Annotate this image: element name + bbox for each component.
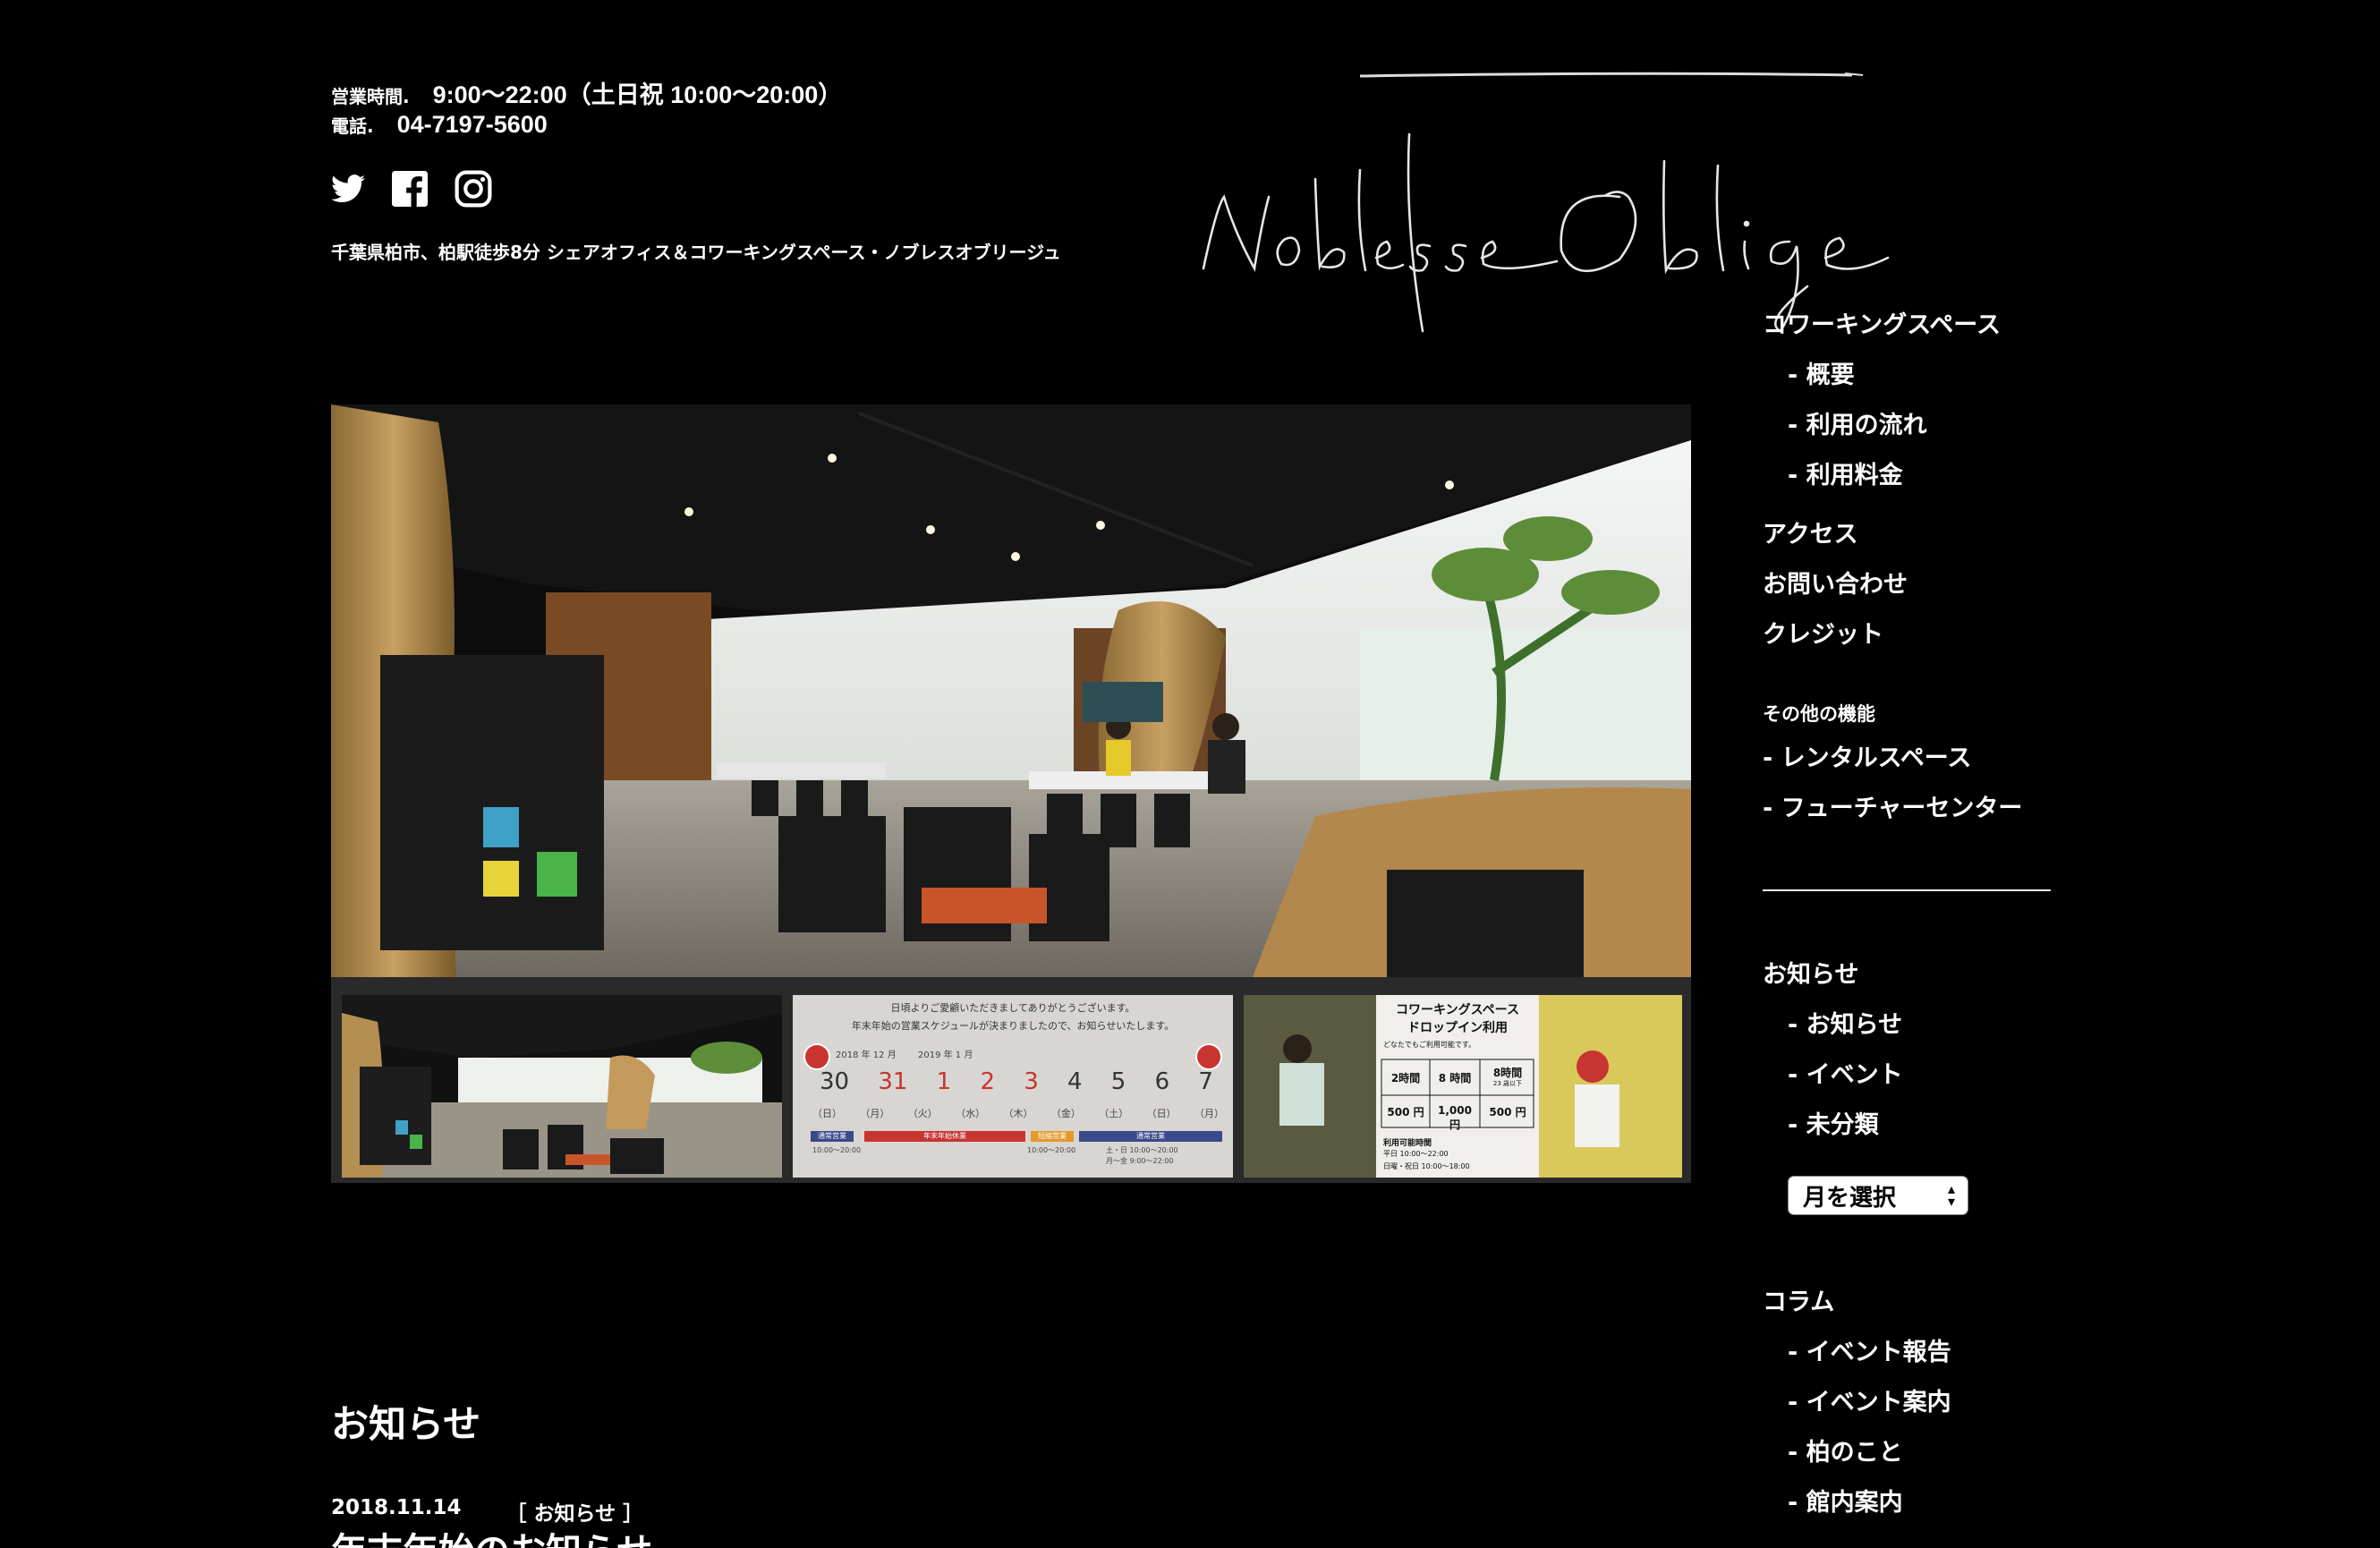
notice-weekday: （木） <box>1003 1108 1033 1119</box>
nav-column[interactable]: コラム <box>1763 1278 2058 1328</box>
facebook-icon[interactable] <box>392 171 428 207</box>
nav-contact[interactable]: お問い合わせ <box>1763 560 2058 610</box>
post-date: 2018.11.14 <box>331 1496 462 1519</box>
nav-news-notice[interactable]: - お知らせ <box>1763 1000 2058 1050</box>
nav-credit[interactable]: クレジット <box>1763 610 2058 660</box>
notice-weekday: （金） <box>1050 1108 1081 1119</box>
thumbnail-new-year-notice[interactable]: 日頃よりご愛顧いただきましてありがとうございます。 年末年始の営業スケジュールが… <box>793 995 1233 1178</box>
notice-line1: 日頃よりご愛顧いただきましてありがとうございます。 <box>890 1002 1135 1014</box>
select-arrows-icon: ▴ ▾ <box>1947 1180 1955 1210</box>
nav-column-event-guide[interactable]: - イベント案内 <box>1763 1378 2058 1428</box>
notice-day: 6 <box>1154 1068 1170 1095</box>
notice-month-jan: 2019 年 1 月 <box>918 1050 973 1060</box>
month-archive-select[interactable]: 月を選択 ▴ ▾ <box>1788 1176 1968 1215</box>
notice-day: 31 <box>878 1068 908 1095</box>
month-select-value: 月を選択 <box>1803 1184 1897 1212</box>
notice-hours-c: 土・日 10:00〜20:00 <box>1106 1146 1178 1154</box>
thumbnail-coworking-photo[interactable] <box>342 995 782 1178</box>
news-post-meta: 2018.11.14 ［ お知らせ ］ <box>331 1496 643 1527</box>
notice-day: 30 <box>820 1068 850 1095</box>
plum-blossom-icon <box>803 1043 830 1070</box>
notice-weekday: （月） <box>860 1108 890 1119</box>
social-links <box>331 170 492 208</box>
phone-label: 電話. <box>331 115 374 137</box>
notice-month-dec: 2018 年 12 月 <box>836 1050 897 1060</box>
nav-future-center[interactable]: - フューチャーセンター <box>1763 784 2058 834</box>
news-section-title: お知らせ <box>331 1402 481 1446</box>
site-tagline: 千葉県柏市、柏駅徒歩8分 シェアオフィス＆コワーキングスペース・ノブレスオブリー… <box>331 242 1061 263</box>
notice-day: 5 <box>1110 1068 1126 1095</box>
phone-value: 04-7197-5600 <box>396 111 548 138</box>
nav-rental-space[interactable]: - レンタルスペース <box>1763 734 2058 784</box>
tag-normal-dec: 通常営業 <box>811 1131 854 1142</box>
nav-column-event-report[interactable]: - イベント報告 <box>1763 1328 2058 1378</box>
sidebar: コワーキングスペース - 概要 - 利用の流れ - 利用料金 アクセス お問い合… <box>1763 301 2058 1528</box>
slideshow: 日頃よりご愛顧いただきましてありがとうございます。 年末年始の営業スケジュールが… <box>331 404 1691 1183</box>
hours-label: 営業時間. <box>331 86 410 107</box>
notice-hours-a: 10:00〜20:00 <box>812 1146 862 1154</box>
sidebar-divider <box>1763 889 2051 891</box>
notice-line2: 年末年始の営業スケジュールが決まりましたので、お知らせいたします。 <box>851 1020 1175 1032</box>
business-hours: 営業時間. 9:00〜22:00（土日祝 10:00〜20:00） <box>331 75 842 110</box>
main-slide-photo[interactable] <box>331 404 1691 977</box>
nav-column-building[interactable]: - 館内案内 <box>1763 1478 2058 1528</box>
slideshow-thumbnails: 日頃よりご愛顧いただきましてありがとうございます。 年末年始の営業スケジュールが… <box>331 986 1691 1183</box>
post-title-link[interactable]: 年末年始のお知らせ <box>331 1532 652 1548</box>
notice-day: 2 <box>980 1068 995 1095</box>
dropin-price-grid <box>1381 1059 1534 1128</box>
notice-hours-d: 月〜金 9:00〜22:00 <box>1106 1157 1174 1165</box>
twitter-icon[interactable] <box>331 174 365 203</box>
notice-weekday: （水） <box>956 1108 986 1119</box>
nav-news-uncategorized[interactable]: - 未分類 <box>1763 1101 2058 1151</box>
other-features-heading: その他の機能 <box>1763 703 1875 725</box>
nav-coworking-flow[interactable]: - 利用の流れ <box>1763 401 2058 451</box>
tag-closed: 年末年始休業 <box>864 1131 1025 1142</box>
notice-day: 3 <box>1024 1068 1039 1095</box>
dropin-card: コワーキングスペース ドロップイン利用 どなたでもご利用可能です。 2時間 8 … <box>1376 995 1539 1178</box>
notice-weekday: （土） <box>1099 1108 1129 1119</box>
hours-value: 9:00〜22:00（土日祝 10:00〜20:00） <box>432 81 843 108</box>
nav-news-event[interactable]: - イベント <box>1763 1050 2058 1101</box>
notice-weekday: （火） <box>907 1108 938 1119</box>
notice-day: 1 <box>936 1068 952 1095</box>
nav-news[interactable]: お知らせ <box>1763 950 2058 1000</box>
notice-day: 4 <box>1067 1068 1083 1095</box>
plum-blossom-icon <box>1195 1043 1222 1070</box>
nav-coworking[interactable]: コワーキングスペース <box>1763 301 2058 351</box>
notice-weekdays: （日） （月） （火） （水） （木） （金） （土） （日） （月） <box>812 1106 1224 1120</box>
notice-weekday: （日） <box>812 1108 842 1119</box>
thumbnail-dropin-pricing[interactable]: コワーキングスペース ドロップイン利用 どなたでもご利用可能です。 2時間 8 … <box>1244 995 1682 1178</box>
notice-hours-b: 10:00〜20:00 <box>1027 1146 1076 1154</box>
nav-coworking-overview[interactable]: - 概要 <box>1763 351 2058 401</box>
nav-coworking-price[interactable]: - 利用料金 <box>1763 451 2058 501</box>
tag-normal-jan: 通常営業 <box>1079 1131 1222 1142</box>
notice-weekday: （月） <box>1194 1108 1224 1119</box>
notice-day: 7 <box>1198 1068 1213 1095</box>
site-logo[interactable] <box>1199 63 2004 340</box>
instagram-icon[interactable] <box>455 170 492 208</box>
tag-short: 短縮営業 <box>1031 1131 1074 1142</box>
nav-access[interactable]: アクセス <box>1763 510 2058 560</box>
notice-days: 30 31 1 2 3 4 5 6 7 <box>820 1068 1213 1095</box>
phone-info: 電話. 04-7197-5600 <box>331 111 548 139</box>
nav-column-kashiwa[interactable]: - 柏のこと <box>1763 1428 2058 1478</box>
post-category-link[interactable]: ［ お知らせ ］ <box>506 1496 644 1527</box>
notice-weekday: （日） <box>1146 1108 1177 1119</box>
